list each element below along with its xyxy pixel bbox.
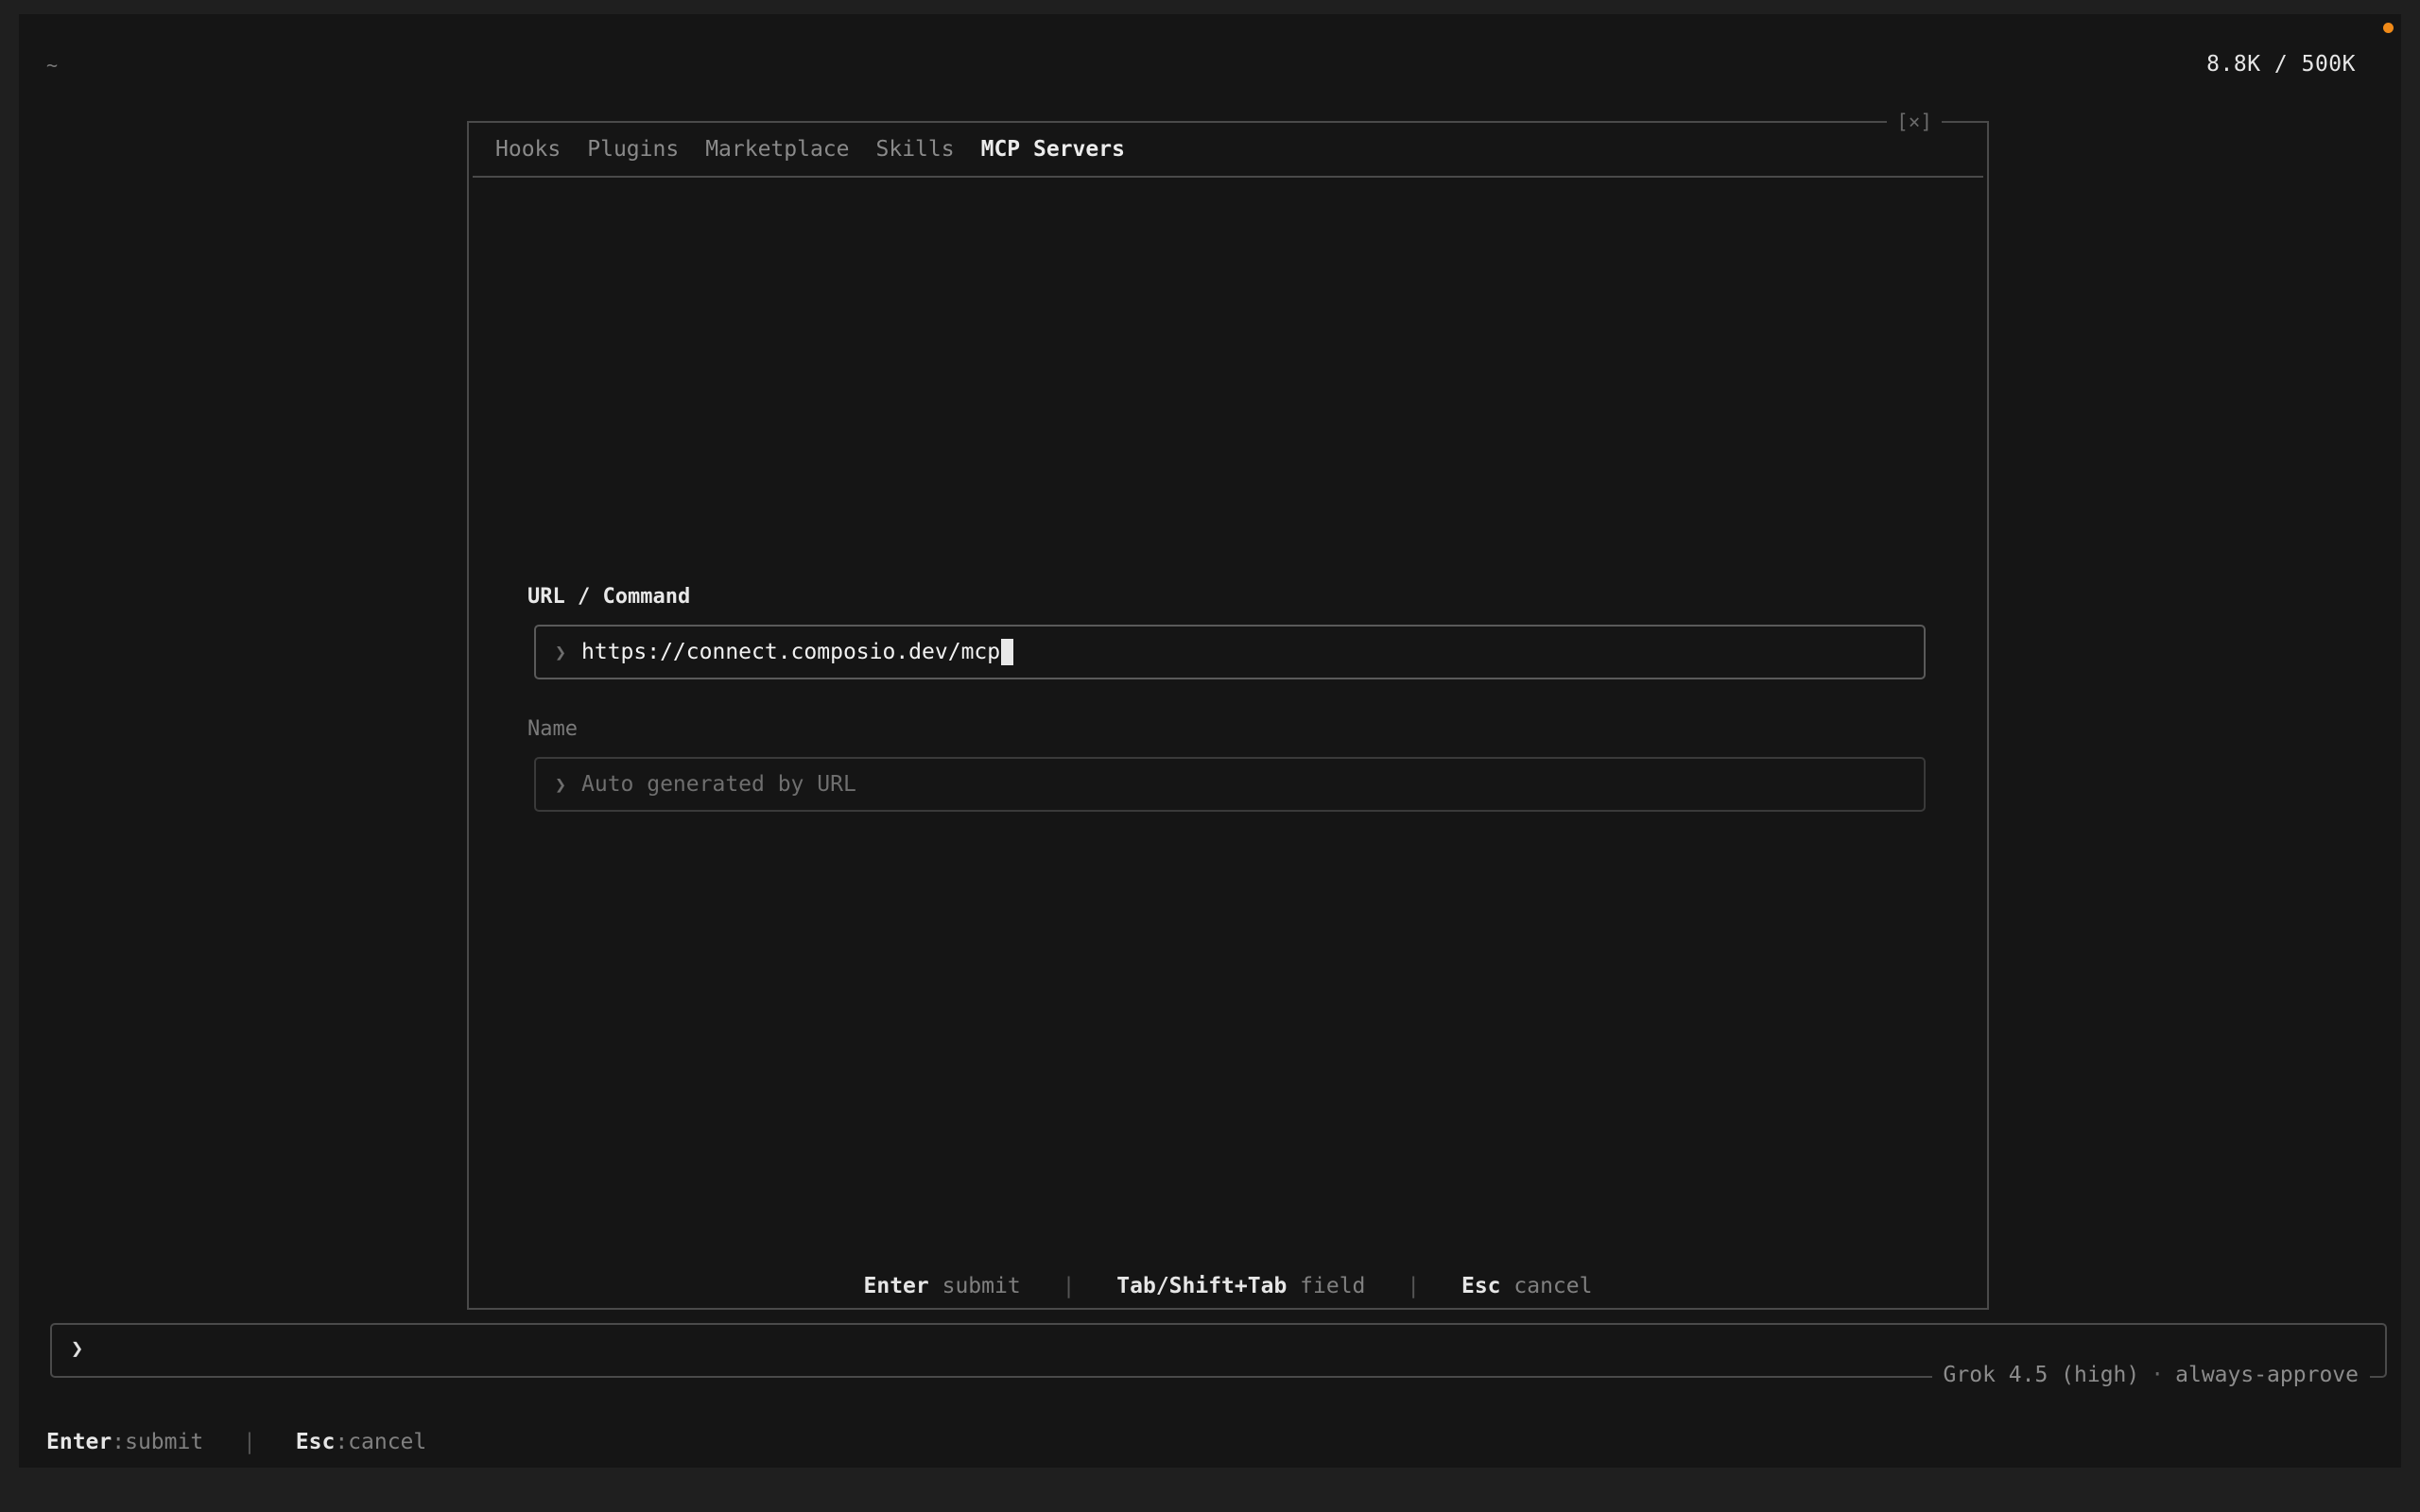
- dialog-key-hints: Enter submit | Tab/Shift+Tab field | Esc…: [469, 1274, 1987, 1298]
- tab-plugins[interactable]: Plugins: [587, 137, 679, 162]
- tab-marketplace[interactable]: Marketplace: [705, 137, 849, 162]
- chevron-right-icon: ❯: [555, 641, 567, 663]
- tab-skills[interactable]: Skills: [876, 137, 955, 162]
- esc-key-hint: Esc: [1461, 1274, 1501, 1298]
- bottom-key-hints: Enter:submit | Esc:cancel: [46, 1430, 426, 1454]
- status-dot-icon: [2383, 23, 2394, 33]
- name-placeholder: Auto generated by URL: [581, 772, 856, 797]
- tab-mcp-servers[interactable]: MCP Servers: [981, 137, 1125, 162]
- tab-hooks[interactable]: Hooks: [495, 137, 561, 162]
- hint-separator: |: [1062, 1274, 1076, 1298]
- prompt-input[interactable]: ❯ Grok 4.5 (high) · always-approve: [50, 1323, 2387, 1387]
- cancel-hint-label: cancel: [1513, 1274, 1593, 1298]
- field-hint-label: field: [1300, 1274, 1366, 1298]
- url-command-value: https://connect.composio.dev/mcp: [581, 640, 1001, 664]
- tab-key-hint: Tab/Shift+Tab: [1116, 1274, 1288, 1298]
- cwd-indicator: ~: [46, 54, 59, 77]
- submit-hint-label: :submit: [112, 1430, 204, 1454]
- model-name: Grok 4.5 (high): [1943, 1363, 2140, 1387]
- text-cursor: [1001, 639, 1014, 665]
- enter-key-hint: Enter: [863, 1274, 929, 1298]
- url-command-input[interactable]: ❯ https://connect.composio.dev/mcp: [534, 625, 1926, 679]
- mcp-server-dialog: [×] Hooks Plugins Marketplace Skills MCP…: [467, 111, 1989, 1310]
- tab-bar: Hooks Plugins Marketplace Skills MCP Ser…: [473, 123, 1983, 178]
- url-command-label: URL / Command: [527, 585, 691, 609]
- esc-key-hint: Esc: [295, 1430, 336, 1454]
- terminal-window: ~ 8.8K / 500K [×] Hooks Plugins Marketpl…: [19, 14, 2401, 1468]
- prompt-chevron-icon: ❯: [71, 1337, 84, 1361]
- approval-mode: always-approve: [2175, 1363, 2359, 1387]
- name-label: Name: [527, 717, 578, 741]
- cancel-hint-label: :cancel: [335, 1430, 427, 1454]
- model-separator: ·: [2151, 1363, 2165, 1387]
- token-usage: 8.8K / 500K: [2206, 52, 2356, 77]
- hint-separator: |: [243, 1430, 256, 1454]
- enter-key-hint: Enter: [46, 1430, 112, 1454]
- hint-separator: |: [1407, 1274, 1421, 1298]
- submit-hint-label: submit: [942, 1274, 1021, 1298]
- chevron-right-icon: ❯: [555, 773, 567, 796]
- model-status: Grok 4.5 (high) · always-approve: [1931, 1363, 2370, 1387]
- name-input[interactable]: ❯ Auto generated by URL: [534, 757, 1926, 812]
